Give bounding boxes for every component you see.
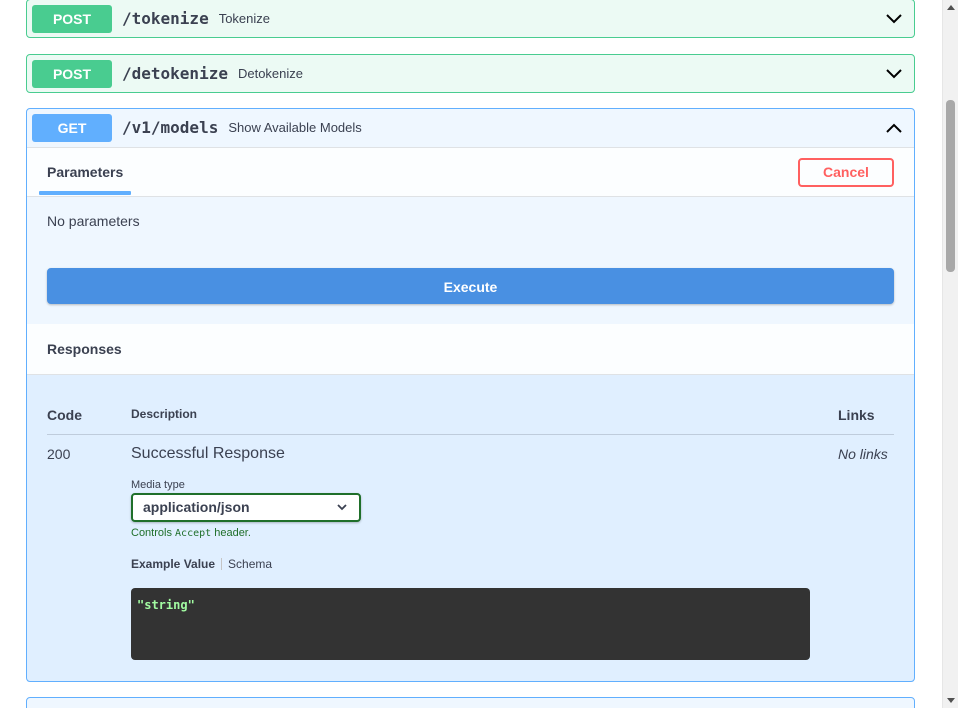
- opblock-summary-v1-models[interactable]: GET /v1/models Show Available Models: [27, 109, 914, 146]
- col-header-links: Links: [838, 407, 875, 423]
- chevron-up-icon[interactable]: [886, 121, 902, 135]
- example-tabs: Example Value Schema: [131, 557, 272, 571]
- media-type-label: Media type: [131, 479, 185, 491]
- tab-schema[interactable]: Schema: [228, 557, 272, 571]
- scrollbar-thumb[interactable]: [946, 100, 955, 272]
- media-type-value: application/json: [143, 499, 250, 515]
- cancel-button[interactable]: Cancel: [798, 158, 894, 187]
- endpoint-path: /tokenize: [122, 9, 209, 28]
- col-header-description: Description: [131, 407, 198, 421]
- endpoint-summary: Show Available Models: [228, 120, 362, 135]
- endpoint-summary: Tokenize: [218, 11, 271, 26]
- opblock-summary-next[interactable]: [27, 698, 914, 708]
- tab-example-value[interactable]: Example Value: [131, 557, 215, 571]
- method-badge: GET: [32, 113, 112, 142]
- tab-parameters[interactable]: Parameters: [47, 164, 123, 180]
- media-type-select[interactable]: application/json: [131, 493, 361, 522]
- example-code-block: "string": [131, 588, 810, 660]
- controls-accept-note: Controls Accept header.: [131, 527, 251, 539]
- responses-title: Responses: [47, 341, 122, 357]
- method-badge: POST: [32, 4, 112, 33]
- responses-header: Responses: [27, 324, 914, 375]
- no-parameters-text: No parameters: [47, 213, 140, 229]
- swagger-page: POST /tokenize Tokenize POST /detokenize…: [0, 0, 942, 708]
- response-code: 200: [47, 446, 71, 462]
- controls-code: Accept: [175, 528, 212, 539]
- response-links: No links: [838, 446, 888, 462]
- table-divider: [47, 434, 894, 435]
- col-header-code: Code: [47, 407, 82, 423]
- opblock-body: Parameters Cancel No parameters Execute …: [27, 147, 914, 682]
- opblock-tokenize: POST /tokenize Tokenize: [26, 0, 915, 38]
- tab-separator: [221, 558, 223, 570]
- chevron-down-icon: [337, 504, 347, 511]
- endpoint-path: /v1/models: [122, 118, 219, 137]
- tab-active-indicator: [39, 191, 131, 195]
- scroll-down-icon[interactable]: [947, 698, 955, 703]
- controls-suffix: header.: [214, 527, 251, 539]
- endpoint-path: /detokenize: [122, 64, 228, 83]
- method-badge: POST: [32, 59, 112, 88]
- endpoint-summary: Detokenize: [237, 66, 304, 81]
- scroll-up-icon[interactable]: [947, 5, 955, 10]
- execute-button[interactable]: Execute: [47, 268, 894, 304]
- chevron-down-icon[interactable]: [886, 67, 902, 81]
- opblock-detokenize: POST /detokenize Detokenize: [26, 54, 915, 93]
- controls-prefix: Controls: [131, 527, 172, 539]
- opblock-v1-models: GET /v1/models Show Available Models Par…: [26, 108, 915, 682]
- chevron-down-icon[interactable]: [886, 12, 902, 26]
- opblock-summary-tokenize[interactable]: POST /tokenize Tokenize: [27, 0, 914, 37]
- scrollbar[interactable]: [942, 0, 958, 708]
- opblock-next: [26, 697, 915, 708]
- opblock-summary-detokenize[interactable]: POST /detokenize Detokenize: [27, 55, 914, 92]
- parameters-header: Parameters Cancel: [27, 147, 914, 197]
- response-description: Successful Response: [131, 445, 285, 462]
- example-code: "string": [137, 598, 195, 612]
